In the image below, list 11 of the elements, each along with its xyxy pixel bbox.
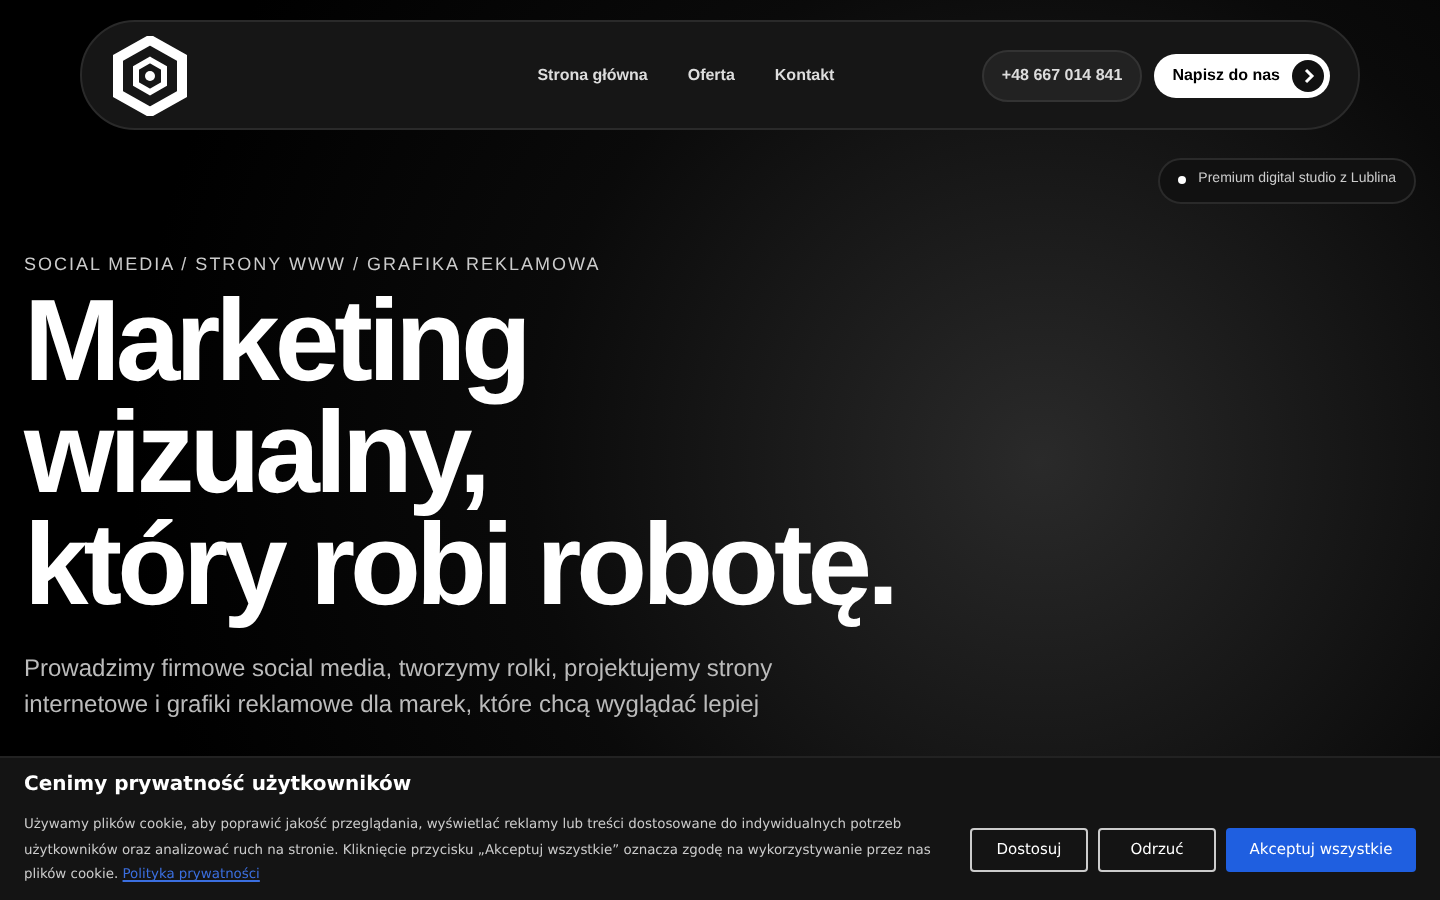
nav-link[interactable]: Kontakt: [774, 63, 835, 87]
phone-button[interactable]: +48 667 014 841: [981, 49, 1143, 101]
hero-heading: Marketing wizualny, który robi robotę.: [24, 286, 897, 634]
nav-link[interactable]: Oferta: [687, 63, 735, 87]
contact-button[interactable]: Napisz do nas: [1154, 53, 1330, 97]
hexagon-logo-icon[interactable]: [110, 35, 190, 115]
cookie-title: Cenimy prywatność użytkowników: [24, 772, 414, 800]
nav-link[interactable]: Strona główna: [537, 63, 648, 87]
eyebrow-text: SOCIAL MEDIA / STRONY WWW / GRAFIKA REKLAMOWA: [24, 251, 603, 277]
chevron-right-icon: [1292, 59, 1324, 91]
hero-description: Prowadzimy firmowe social media, tworzymy rolki, projektujemy strony internetowe i grafiki reklamowe dla marek, które chcą wyglądać lepiej: [24, 652, 775, 722]
